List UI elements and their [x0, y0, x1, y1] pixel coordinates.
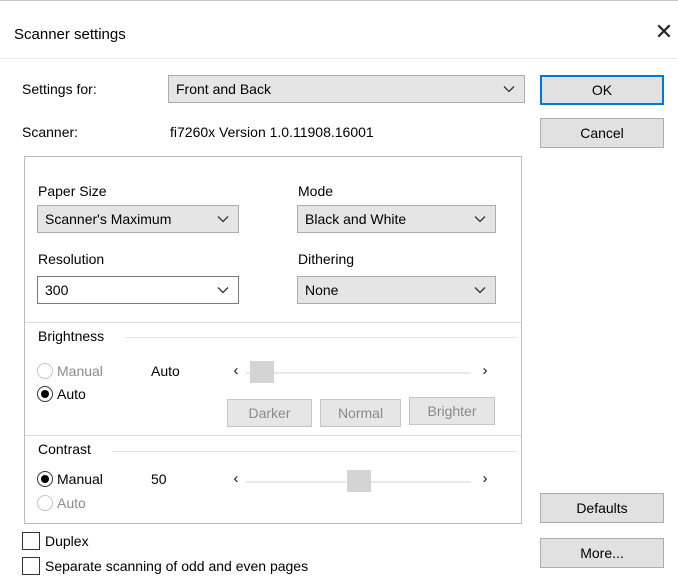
duplex-checkbox[interactable]: Duplex — [22, 532, 89, 550]
defaults-button[interactable]: Defaults — [540, 493, 664, 523]
radio-icon — [37, 495, 53, 511]
separate-scanning-label: Separate scanning of odd and even pages — [45, 558, 309, 574]
resolution-label: Resolution — [38, 251, 105, 267]
radio-icon — [37, 471, 53, 487]
brightness-left-arrow-icon[interactable]: ‹ — [230, 362, 242, 380]
chevron-down-icon — [216, 283, 230, 297]
titlebar-divider — [0, 58, 678, 59]
contrast-value: 50 — [151, 471, 167, 487]
paper-size-value: Scanner's Maximum — [45, 211, 172, 227]
settings-for-value: Front and Back — [176, 81, 271, 97]
close-icon[interactable]: ✕ — [652, 20, 676, 44]
mode-value: Black and White — [305, 211, 407, 227]
resolution-value: 300 — [45, 282, 69, 298]
contrast-label: Contrast — [38, 441, 91, 457]
contrast-right-arrow-icon[interactable]: › — [479, 470, 491, 488]
brightness-slider-thumb[interactable] — [250, 361, 274, 383]
brightness-label: Brightness — [38, 328, 105, 344]
separate-scanning-checkbox[interactable]: Separate scanning of odd and even pages — [22, 557, 308, 575]
brighter-button[interactable]: Brighter — [409, 397, 495, 425]
chevron-down-icon — [216, 212, 230, 226]
brightness-manual-radio[interactable]: Manual — [37, 363, 103, 379]
dithering-label: Dithering — [298, 251, 355, 267]
dithering-value: None — [305, 282, 339, 298]
chevron-down-icon — [473, 212, 487, 226]
contrast-left-arrow-icon[interactable]: ‹ — [230, 470, 242, 488]
scanner-version: fi7260x Version 1.0.11908.16001 — [170, 124, 374, 140]
dialog-title: Scanner settings — [14, 26, 126, 43]
brightness-group-line — [125, 337, 517, 338]
more-button[interactable]: More... — [540, 538, 664, 568]
chevron-down-icon — [473, 283, 487, 297]
duplex-label: Duplex — [45, 533, 89, 549]
contrast-auto-radio[interactable]: Auto — [37, 495, 86, 511]
settings-for-select[interactable]: Front and Back — [168, 75, 525, 103]
scanner-label: Scanner: — [22, 124, 79, 140]
paper-size-label: Paper Size — [38, 183, 107, 199]
contrast-auto-label: Auto — [57, 495, 86, 511]
brightness-auto-radio[interactable]: Auto — [37, 386, 86, 402]
darker-button[interactable]: Darker — [227, 399, 312, 427]
contrast-slider-thumb[interactable] — [347, 470, 371, 492]
normal-button[interactable]: Normal — [320, 399, 401, 427]
contrast-manual-label: Manual — [57, 471, 103, 487]
cancel-button[interactable]: Cancel — [540, 118, 664, 148]
checkbox-icon — [22, 532, 40, 550]
settings-for-label: Settings for: — [22, 81, 97, 97]
brightness-slider-track[interactable] — [246, 372, 471, 374]
section-divider — [25, 322, 521, 323]
mode-label: Mode — [298, 183, 334, 199]
paper-size-select[interactable]: Scanner's Maximum — [37, 205, 239, 233]
brightness-auto-label: Auto — [57, 386, 86, 402]
mode-select[interactable]: Black and White — [297, 205, 496, 233]
section-divider — [25, 435, 521, 436]
radio-icon — [37, 386, 53, 402]
brightness-value: Auto — [151, 363, 180, 379]
radio-icon — [37, 363, 53, 379]
contrast-group-line — [112, 451, 517, 452]
dithering-select[interactable]: None — [297, 276, 496, 304]
brightness-manual-label: Manual — [57, 363, 103, 379]
chevron-down-icon — [502, 82, 516, 96]
ok-button[interactable]: OK — [540, 75, 664, 105]
checkbox-icon — [22, 557, 40, 575]
contrast-manual-radio[interactable]: Manual — [37, 471, 103, 487]
brightness-right-arrow-icon[interactable]: › — [479, 362, 491, 380]
resolution-select[interactable]: 300 — [37, 276, 239, 304]
